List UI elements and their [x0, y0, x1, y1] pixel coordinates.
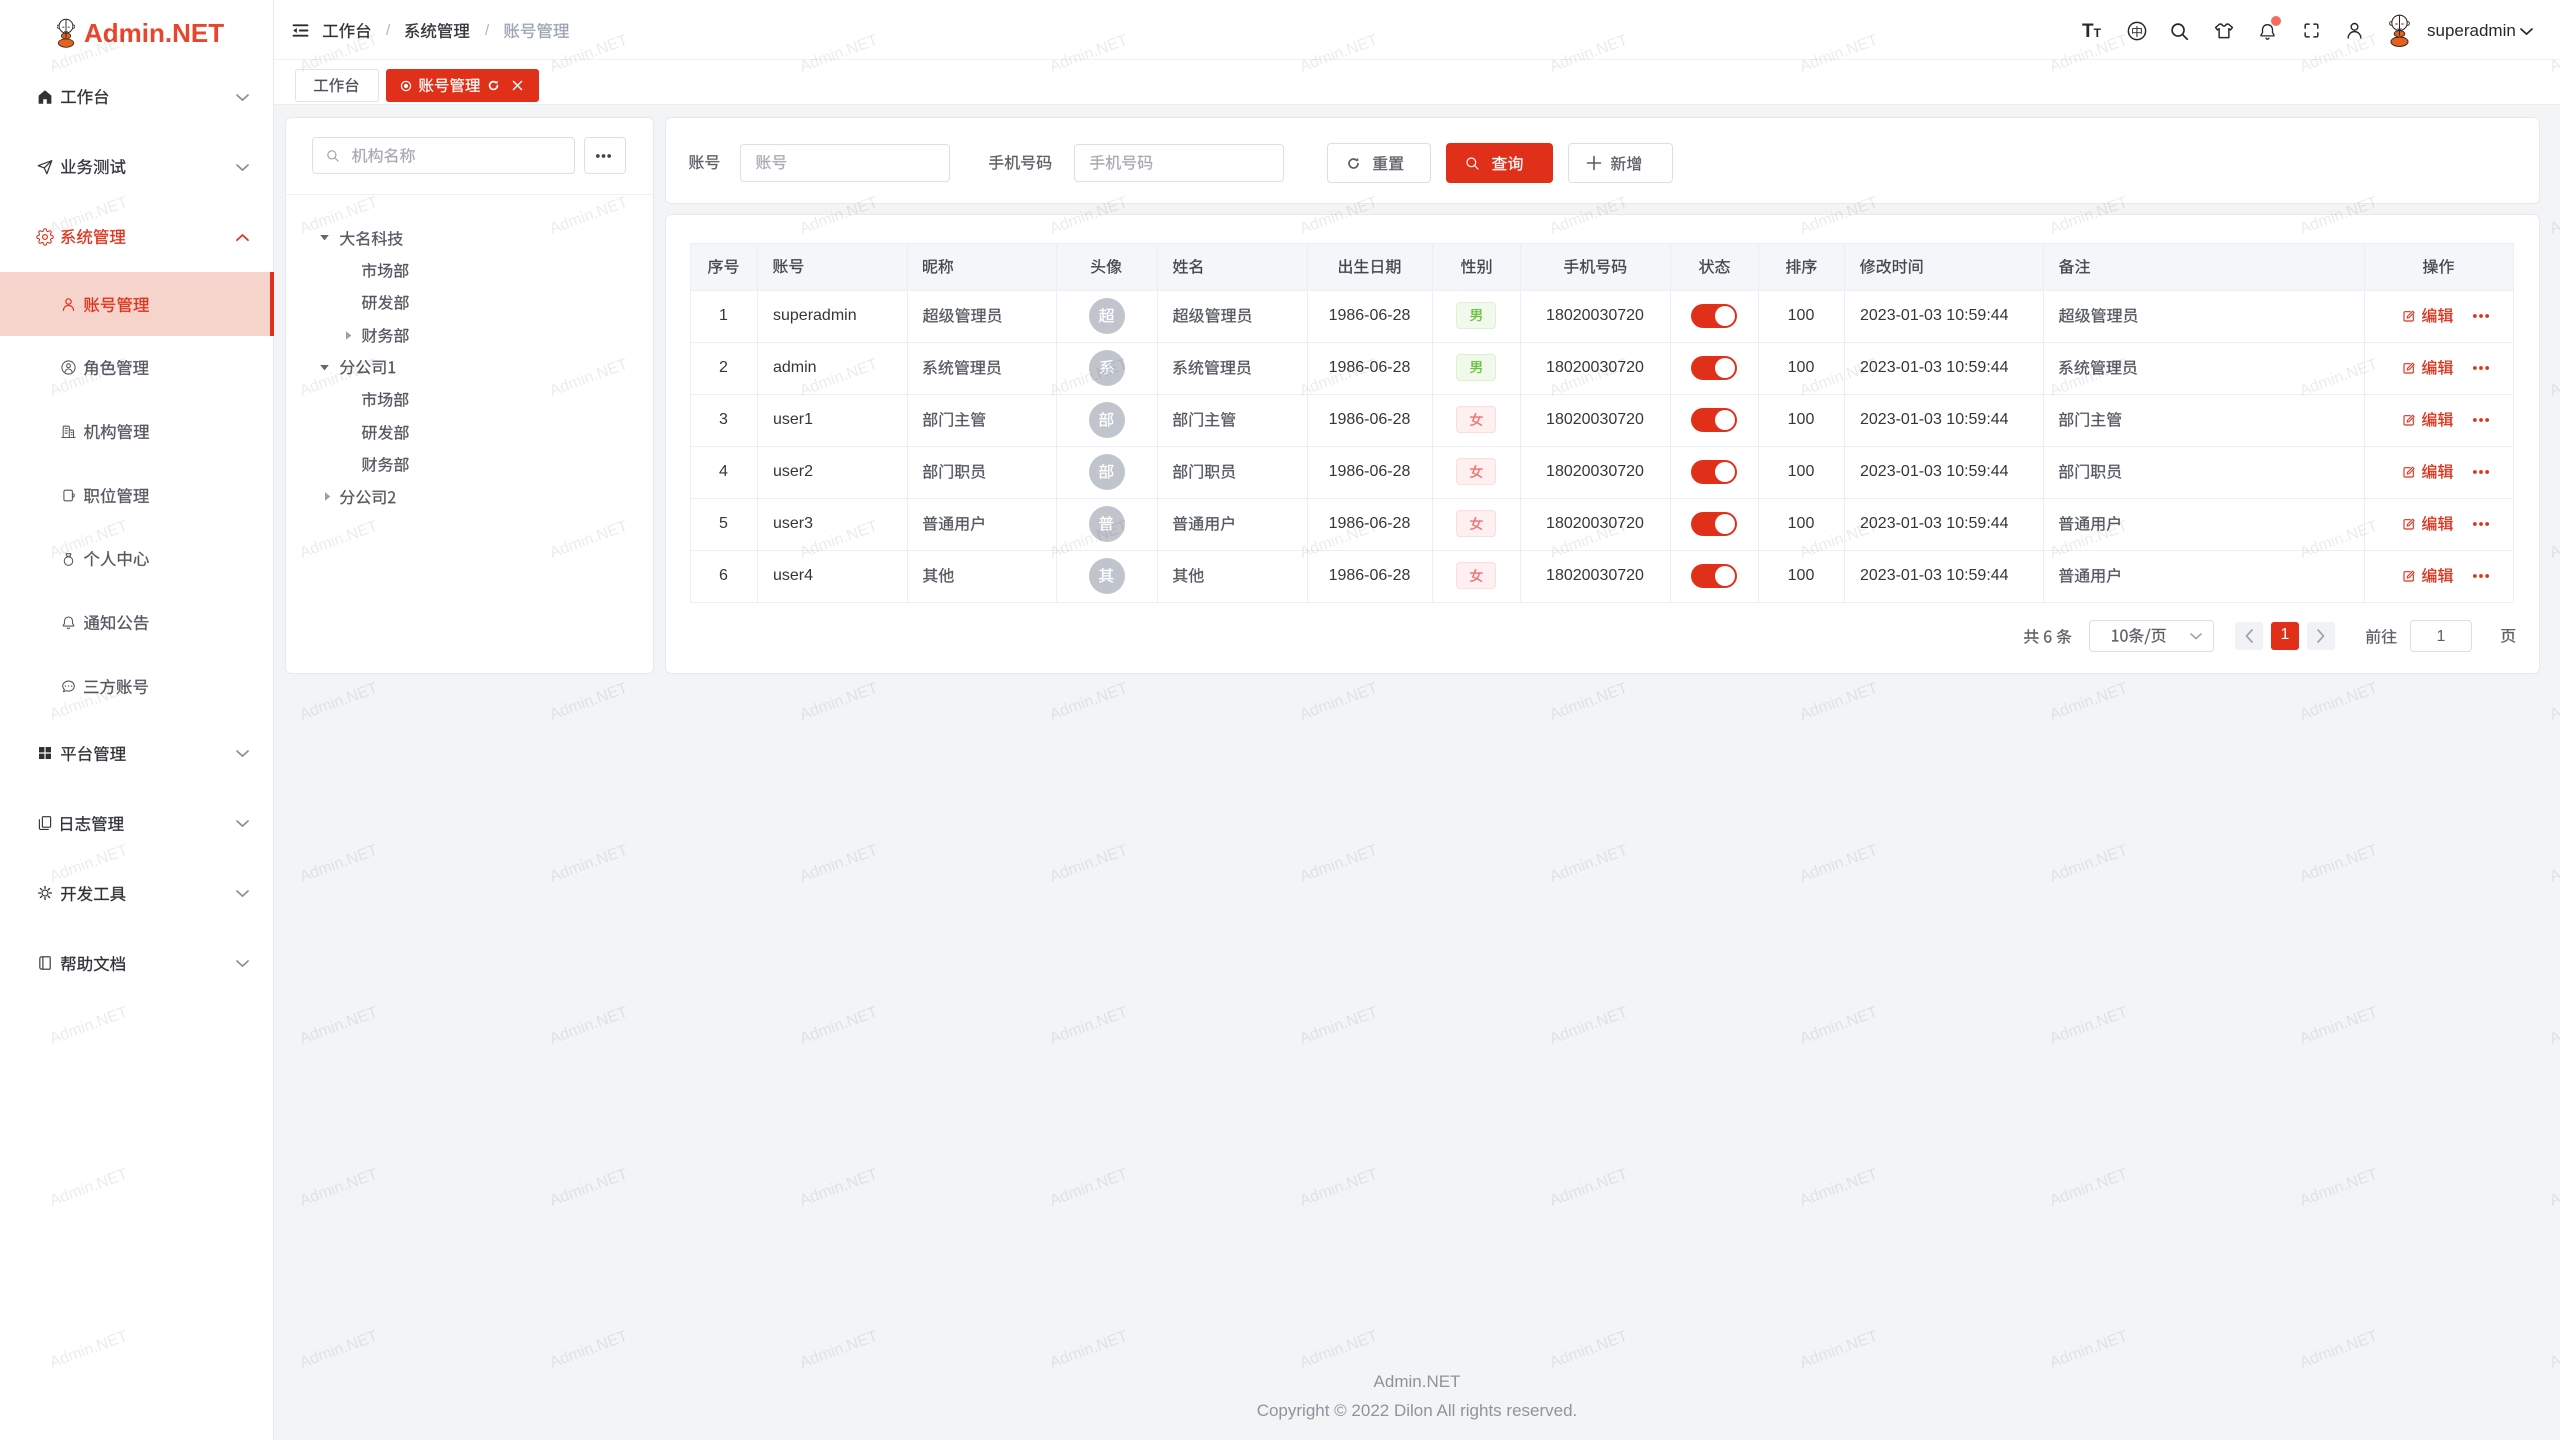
- svg-text:Admin.NET: Admin.NET: [1048, 842, 1131, 886]
- svg-text:Admin.NET: Admin.NET: [2298, 1004, 2381, 1048]
- svg-text:Admin.NET: Admin.NET: [2548, 518, 2560, 562]
- svg-text:Admin.NET: Admin.NET: [548, 1004, 631, 1048]
- svg-text:Admin.NET: Admin.NET: [1798, 1328, 1881, 1372]
- svg-text:Admin.NET: Admin.NET: [548, 1328, 631, 1372]
- svg-text:Admin.NET: Admin.NET: [2298, 842, 2381, 886]
- svg-text:Admin.NET: Admin.NET: [298, 1166, 381, 1210]
- svg-text:Admin.NET: Admin.NET: [298, 1004, 381, 1048]
- svg-text:Admin.NET: Admin.NET: [1048, 1328, 1131, 1372]
- svg-text:Admin.NET: Admin.NET: [1548, 1166, 1631, 1210]
- svg-text:Admin.NET: Admin.NET: [548, 1166, 631, 1210]
- svg-text:Admin.NET: Admin.NET: [2298, 680, 2381, 724]
- svg-text:Admin.NET: Admin.NET: [2048, 1004, 2131, 1048]
- svg-text:Admin.NET: Admin.NET: [1548, 1328, 1631, 1372]
- svg-text:Admin.NET: Admin.NET: [298, 842, 381, 886]
- svg-text:Admin.NET: Admin.NET: [1548, 680, 1631, 724]
- svg-text:Admin.NET: Admin.NET: [1298, 1328, 1381, 1372]
- svg-text:Admin.NET: Admin.NET: [548, 680, 631, 724]
- svg-text:Admin.NET: Admin.NET: [1298, 842, 1381, 886]
- svg-text:Admin.NET: Admin.NET: [2048, 1328, 2131, 1372]
- svg-text:Admin.NET: Admin.NET: [548, 842, 631, 886]
- svg-text:Admin.NET: Admin.NET: [1048, 1004, 1131, 1048]
- svg-text:Admin.NET: Admin.NET: [1548, 1004, 1631, 1048]
- svg-text:Admin.NET: Admin.NET: [2298, 1166, 2381, 1210]
- svg-text:Admin.NET: Admin.NET: [1798, 1004, 1881, 1048]
- svg-text:Admin.NET: Admin.NET: [2048, 1166, 2131, 1210]
- svg-text:Admin.NET: Admin.NET: [2548, 194, 2560, 238]
- svg-text:Admin.NET: Admin.NET: [1298, 1166, 1381, 1210]
- svg-text:Admin.NET: Admin.NET: [798, 1328, 881, 1372]
- svg-text:Admin.NET: Admin.NET: [2548, 1166, 2560, 1210]
- svg-text:Admin.NET: Admin.NET: [798, 842, 881, 886]
- svg-text:Admin.NET: Admin.NET: [1798, 1166, 1881, 1210]
- svg-text:Admin.NET: Admin.NET: [1298, 680, 1381, 724]
- svg-text:Admin.NET: Admin.NET: [298, 680, 381, 724]
- svg-text:Admin.NET: Admin.NET: [2298, 1328, 2381, 1372]
- svg-text:Admin.NET: Admin.NET: [2048, 680, 2131, 724]
- svg-text:Admin.NET: Admin.NET: [2548, 842, 2560, 886]
- svg-text:Admin.NET: Admin.NET: [2548, 1328, 2560, 1372]
- svg-text:Admin.NET: Admin.NET: [1298, 1004, 1381, 1048]
- svg-text:Admin.NET: Admin.NET: [1548, 842, 1631, 886]
- svg-text:Admin.NET: Admin.NET: [1048, 1166, 1131, 1210]
- svg-text:Admin.NET: Admin.NET: [1048, 680, 1131, 724]
- svg-text:Admin.NET: Admin.NET: [2048, 842, 2131, 886]
- svg-text:Admin.NET: Admin.NET: [798, 1004, 881, 1048]
- svg-text:Admin.NET: Admin.NET: [798, 680, 881, 724]
- svg-text:Admin.NET: Admin.NET: [1798, 842, 1881, 886]
- svg-text:Admin.NET: Admin.NET: [2548, 356, 2560, 400]
- svg-text:Admin.NET: Admin.NET: [2548, 680, 2560, 724]
- svg-text:Admin.NET: Admin.NET: [798, 1166, 881, 1210]
- svg-text:Admin.NET: Admin.NET: [1798, 680, 1881, 724]
- svg-text:Admin.NET: Admin.NET: [2548, 1004, 2560, 1048]
- svg-text:Admin.NET: Admin.NET: [298, 1328, 381, 1372]
